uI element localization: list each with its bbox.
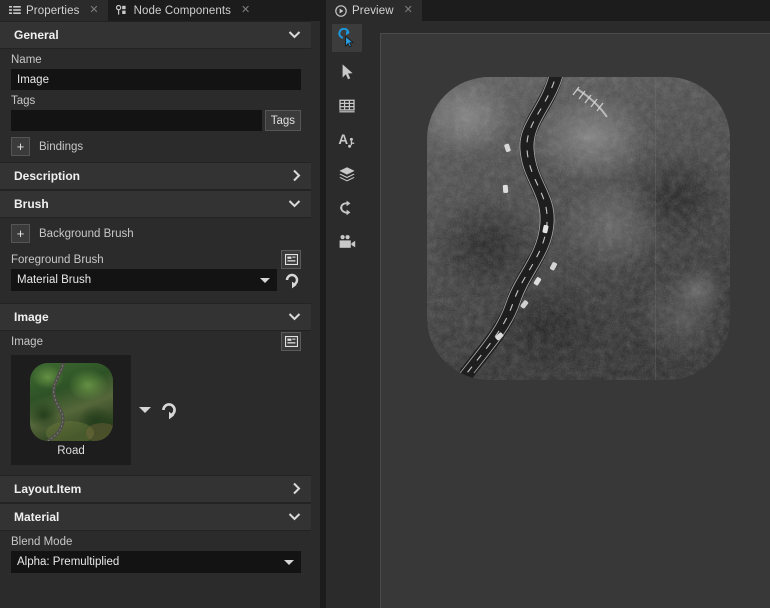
name-input[interactable]: Image — [11, 69, 301, 90]
foreground-brush-options-icon[interactable] — [281, 250, 301, 269]
chevron-down-icon — [288, 311, 301, 323]
section-header-image[interactable]: Image — [0, 303, 311, 331]
section-header-description[interactable]: Description — [0, 162, 311, 190]
preview-area: A — [326, 21, 770, 608]
interact-tool-button[interactable] — [332, 24, 362, 52]
list-icon — [8, 4, 21, 17]
chevron-down-icon — [288, 511, 301, 523]
svg-text:A: A — [338, 132, 348, 147]
image-label: Image — [11, 331, 43, 351]
section-header-material[interactable]: Material — [0, 503, 311, 531]
section-title-brush: Brush — [14, 197, 49, 211]
image-field-row: Image — [0, 331, 311, 351]
properties-content: General Name Image Tags Tags + Bindings — [0, 21, 320, 608]
blend-mode-label: Blend Mode — [11, 531, 301, 551]
chevron-down-icon — [284, 560, 294, 565]
foreground-brush-select[interactable]: Material Brush — [11, 269, 277, 291]
tab-node-components-close-icon[interactable]: ✕ — [239, 4, 252, 17]
image-dropdown-chevron-down-icon[interactable] — [139, 407, 151, 413]
add-binding-button[interactable]: + — [11, 137, 30, 156]
foreground-brush-row: Foreground Brush Material Brush — [0, 249, 311, 291]
section-title-material: Material — [14, 510, 59, 524]
bindings-label: Bindings — [39, 141, 83, 153]
camera-tool-button[interactable] — [332, 228, 362, 256]
image-thumbnail — [30, 363, 113, 441]
tab-preview-label: Preview — [352, 5, 394, 17]
text-tool-button[interactable]: A — [332, 126, 362, 154]
preview-canvas-wrap — [368, 21, 770, 608]
chevron-down-icon — [260, 278, 270, 283]
section-title-layout-item: Layout.Item — [14, 482, 81, 496]
section-title-description: Description — [14, 169, 80, 183]
tags-input[interactable] — [11, 110, 262, 131]
preview-tabbar: Preview ✕ — [326, 0, 770, 21]
blend-mode-select[interactable]: Alpha: Premultiplied — [11, 551, 301, 573]
preview-panel: Preview ✕ — [326, 0, 770, 608]
properties-panel: Properties ✕ Node Components ✕ — [0, 0, 320, 608]
image-thumbnail-label: Road — [57, 445, 85, 457]
tags-button[interactable]: Tags — [265, 110, 301, 131]
transition-tool-button[interactable] — [332, 194, 362, 222]
tab-properties-close-icon[interactable]: ✕ — [87, 4, 100, 17]
node-components-icon — [116, 4, 129, 17]
chevron-right-icon — [292, 169, 301, 184]
tab-preview[interactable]: Preview ✕ — [326, 0, 422, 21]
background-brush-row: + Background Brush — [0, 218, 311, 249]
application-window: Properties ✕ Node Components ✕ — [0, 0, 770, 608]
tab-preview-close-icon[interactable]: ✕ — [402, 4, 415, 17]
tab-node-components-label: Node Components — [134, 5, 231, 17]
reset-image-icon[interactable] — [159, 400, 179, 420]
background-brush-label: Background Brush — [39, 228, 134, 240]
tags-field-row: Tags Tags — [0, 90, 311, 131]
name-field-row: Name Image — [0, 49, 311, 90]
bindings-row: + Bindings — [0, 131, 311, 162]
name-label: Name — [11, 49, 301, 69]
layers-tool-button[interactable] — [332, 160, 362, 188]
play-circle-icon — [334, 4, 347, 17]
add-background-brush-button[interactable]: + — [11, 224, 30, 243]
image-picker: Road — [0, 351, 311, 475]
image-thumbnail-tile[interactable]: Road — [11, 355, 131, 465]
image-options-icon[interactable] — [281, 332, 301, 351]
tab-properties-label: Properties — [26, 5, 79, 17]
section-header-general[interactable]: General — [0, 21, 311, 49]
preview-toolbar: A — [326, 21, 368, 608]
section-header-brush[interactable]: Brush — [0, 190, 311, 218]
tags-label: Tags — [11, 90, 301, 110]
tab-node-components[interactable]: Node Components ✕ — [108, 0, 260, 21]
grid-tool-button[interactable] — [332, 92, 362, 120]
left-panel-tabbar: Properties ✕ Node Components ✕ — [0, 0, 320, 21]
chevron-down-icon — [288, 198, 301, 210]
blend-mode-row: Blend Mode Alpha: Premultiplied — [0, 531, 311, 573]
select-tool-button[interactable] — [332, 58, 362, 86]
foreground-brush-value: Material Brush — [17, 274, 91, 286]
foreground-brush-label: Foreground Brush — [11, 249, 104, 269]
section-header-layout-item[interactable]: Layout.Item — [0, 475, 311, 503]
reset-foreground-brush-icon[interactable] — [283, 271, 301, 289]
section-title-image: Image — [14, 310, 49, 324]
chevron-down-icon — [288, 29, 301, 41]
preview-image-item[interactable] — [427, 77, 730, 380]
preview-canvas[interactable] — [380, 33, 770, 608]
blend-mode-value: Alpha: Premultiplied — [17, 556, 119, 568]
chevron-right-icon — [292, 482, 301, 497]
section-title-general: General — [14, 28, 59, 42]
tab-properties[interactable]: Properties ✕ — [0, 0, 108, 21]
